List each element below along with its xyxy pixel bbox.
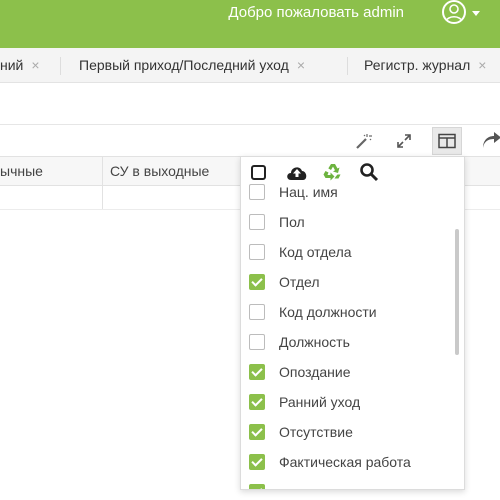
column-divider[interactable]: [102, 157, 103, 185]
tab-first-in-last-out[interactable]: Первый приход/Последний уход ×: [79, 48, 305, 82]
welcome-message: Добро пожаловать admin: [228, 4, 404, 21]
column-checkbox-checked[interactable]: [249, 364, 265, 380]
column-option[interactable]: Ранний уход: [249, 387, 360, 417]
column-option[interactable]: Код должности: [249, 297, 377, 327]
column-checkbox-checked[interactable]: [249, 484, 265, 489]
column-option-label: Код отдела: [279, 244, 352, 260]
scrollbar-thumb[interactable]: [455, 229, 459, 355]
tab-divider: [60, 57, 61, 75]
column-header[interactable]: СУ в выходные: [110, 157, 209, 185]
tab-label: Регистр. журнал: [364, 57, 471, 73]
column-option[interactable]: Код отдела: [249, 237, 352, 267]
column-option[interactable]: Отдел: [249, 267, 320, 297]
column-checkbox[interactable]: [249, 244, 265, 260]
column-header[interactable]: ычные: [0, 157, 43, 185]
tab-label: Первый приход/Последний уход: [79, 57, 289, 73]
divider: [0, 124, 500, 125]
column-option[interactable]: Пол: [249, 207, 305, 237]
tab-label: ний: [0, 57, 24, 73]
columns-icon[interactable]: [432, 127, 462, 155]
column-checkbox-checked[interactable]: [249, 274, 265, 290]
column-option-label: Фактическая работа: [279, 454, 411, 470]
magic-wand-icon[interactable]: [348, 127, 378, 155]
column-checkbox-checked[interactable]: [249, 394, 265, 410]
close-icon[interactable]: ×: [478, 57, 486, 73]
column-option[interactable]: Нац. имя: [249, 177, 338, 207]
column-checkbox-checked[interactable]: [249, 454, 265, 470]
close-icon[interactable]: ×: [297, 57, 305, 73]
tab-partial[interactable]: ний ×: [0, 48, 40, 82]
tab-bar: ний × Первый приход/Последний уход × Регис…: [0, 48, 500, 83]
column-option-label: Отдел: [279, 274, 320, 290]
tab-registration-log[interactable]: Регистр. журнал ×: [364, 48, 486, 82]
column-option-label: Отсутствие: [279, 424, 353, 440]
column-option-label: Код должности: [279, 304, 377, 320]
user-menu[interactable]: [442, 0, 480, 26]
column-checkbox[interactable]: [249, 184, 265, 200]
column-option-label: Опоздание: [279, 364, 351, 380]
column-checkbox[interactable]: [249, 334, 265, 350]
column-option[interactable]: Должность: [249, 327, 350, 357]
column-option-label: Пол: [279, 214, 305, 230]
column-checkbox-checked[interactable]: [249, 424, 265, 440]
expand-icon[interactable]: [389, 127, 419, 155]
top-header-bar: Добро пожаловать admin: [0, 0, 500, 48]
share-icon[interactable]: [476, 127, 500, 155]
close-icon[interactable]: ×: [31, 57, 39, 73]
tab-divider: [347, 57, 348, 75]
user-avatar-icon[interactable]: [442, 0, 466, 24]
column-option[interactable]: Фактическая работа: [249, 447, 411, 477]
search-icon[interactable]: [359, 162, 379, 182]
column-divider: [102, 186, 103, 209]
column-checkbox[interactable]: [249, 214, 265, 230]
column-checkbox[interactable]: [249, 304, 265, 320]
column-option[interactable]: [249, 477, 279, 489]
column-option-label: Нац. имя: [279, 184, 338, 200]
column-option[interactable]: Опоздание: [249, 357, 351, 387]
column-option[interactable]: Отсутствие: [249, 417, 353, 447]
chevron-down-icon[interactable]: [472, 11, 480, 16]
column-option-label: Должность: [279, 334, 350, 350]
column-chooser-panel: Нац. имя Пол Код отдела Отдел Код должно…: [240, 156, 465, 490]
column-option-label: Ранний уход: [279, 394, 361, 410]
